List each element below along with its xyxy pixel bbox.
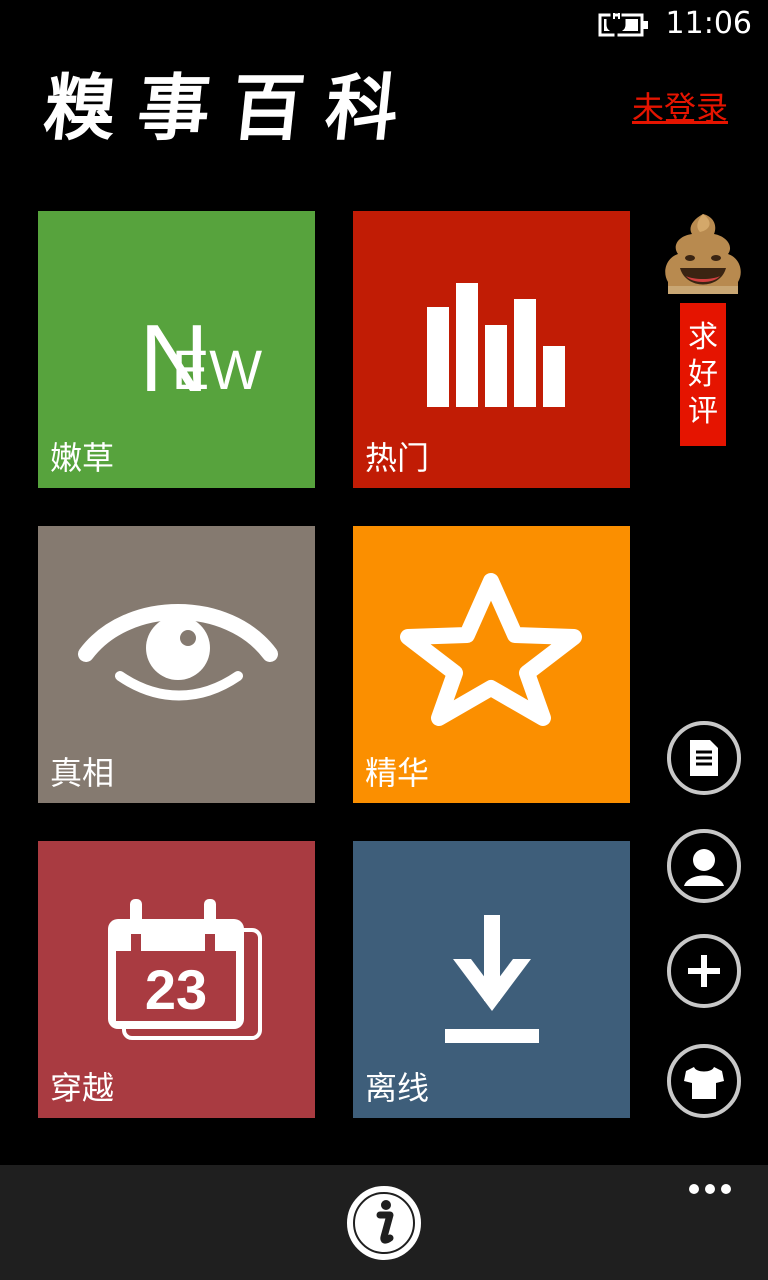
add-button[interactable] xyxy=(666,933,742,1009)
rate-char: 评 xyxy=(688,394,718,429)
tile-label: 精华 xyxy=(365,754,430,792)
tile-label: 离线 xyxy=(365,1069,430,1107)
tile-label: 穿越 xyxy=(50,1069,115,1107)
status-bar: 11:06 xyxy=(0,0,768,50)
rate-char: 求 xyxy=(688,320,718,355)
tile-label: 嫩草 xyxy=(50,439,115,477)
mascot-icon[interactable] xyxy=(662,210,744,294)
rate-badge[interactable]: 求 好 评 xyxy=(680,303,726,446)
tile-best[interactable]: 精华 xyxy=(353,526,630,803)
tile-travel[interactable]: 23 穿越 xyxy=(38,841,315,1118)
app-title: 糗事百科 xyxy=(39,65,425,150)
login-link[interactable]: 未登录 xyxy=(632,88,728,128)
status-clock: 11:06 xyxy=(665,6,752,41)
tile-truth[interactable]: 真相 xyxy=(38,526,315,803)
tile-new[interactable]: N EW 嫩草 xyxy=(38,211,315,488)
app-bar xyxy=(0,1165,768,1280)
user-icon xyxy=(667,829,741,903)
user-button[interactable] xyxy=(666,828,742,904)
document-button[interactable] xyxy=(666,720,742,796)
tile-label: 真相 xyxy=(50,754,115,792)
tile-hot[interactable]: 热门 xyxy=(353,211,630,488)
info-button[interactable] xyxy=(344,1183,424,1263)
theme-button[interactable] xyxy=(666,1043,742,1119)
rate-char: 好 xyxy=(688,357,718,392)
more-icon[interactable] xyxy=(688,1183,732,1195)
tile-offline[interactable]: 离线 xyxy=(353,841,630,1118)
battery-charging-icon xyxy=(598,11,648,39)
calendar-date: 23 xyxy=(145,958,207,1021)
tile-label: 热门 xyxy=(365,439,430,477)
tshirt-icon xyxy=(667,1044,741,1118)
document-icon xyxy=(667,721,741,795)
add-icon xyxy=(667,934,741,1008)
new-icon-text-rest: EW xyxy=(172,338,262,401)
